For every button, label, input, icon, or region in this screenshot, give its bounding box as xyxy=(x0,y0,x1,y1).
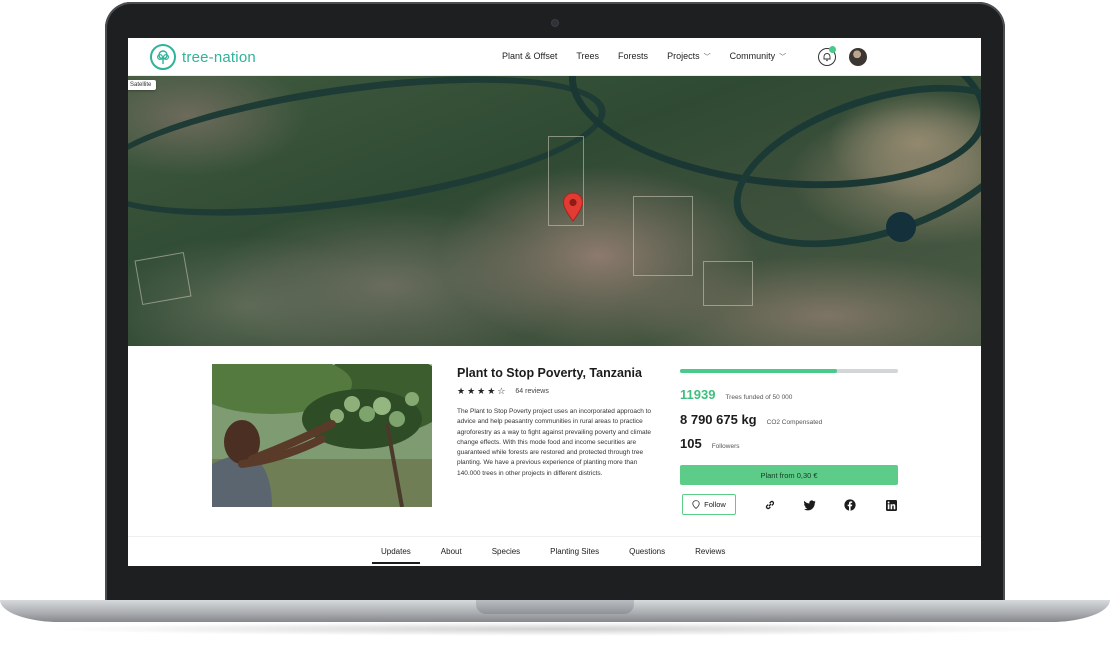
trees-progress-fill xyxy=(680,369,837,373)
trees-funded-stat: 11939 Trees funded of 50 000 xyxy=(680,387,792,402)
trees-funded-value: 11939 xyxy=(680,387,716,402)
nav-projects-label: Projects xyxy=(667,51,700,61)
screen: tree-nation Plant & Offset Trees Forests… xyxy=(128,38,981,566)
link-icon[interactable] xyxy=(764,499,776,511)
facebook-icon[interactable] xyxy=(844,499,856,511)
chevron-down-icon: ﹀ xyxy=(779,54,787,61)
logo-text: tree-nation xyxy=(182,48,256,66)
notification-badge xyxy=(829,46,836,53)
nav-community[interactable]: Community ﹀ xyxy=(730,51,787,62)
tab-reviews[interactable]: Reviews xyxy=(686,547,734,564)
followers-label: Followers xyxy=(711,443,740,450)
tab-planting-sites[interactable]: Planting Sites xyxy=(541,547,608,564)
co2-value: 8 790 675 kg xyxy=(680,412,757,427)
star-filled-icon: ★ xyxy=(467,386,476,396)
plant-button[interactable]: Plant from 0,30 € xyxy=(680,465,898,485)
followers-value: 105 xyxy=(680,436,702,451)
nav-links: Plant & Offset Trees Forests Projects ﹀ C… xyxy=(502,51,786,62)
star-filled-icon: ★ xyxy=(477,386,486,396)
tab-about[interactable]: About xyxy=(432,547,471,564)
location-pin-icon xyxy=(692,500,700,509)
logo[interactable]: tree-nation xyxy=(150,44,256,70)
star-empty-icon: ☆ xyxy=(497,386,506,396)
project-rating[interactable]: ★ ★ ★ ★ ☆ 64 reviews xyxy=(457,386,549,397)
avatar[interactable] xyxy=(849,48,867,66)
project-title: Plant to Stop Poverty, Tanzania xyxy=(457,366,642,380)
trees-progress-bar xyxy=(680,369,898,373)
map-pin-icon[interactable] xyxy=(562,192,584,222)
camera-icon xyxy=(552,20,558,26)
project-photo xyxy=(212,364,432,507)
linkedin-icon[interactable] xyxy=(885,499,897,511)
project-description: The Plant to Stop Poverty project uses a… xyxy=(457,408,652,477)
laptop-shadow xyxy=(40,622,1070,636)
reviews-count[interactable]: 64 reviews xyxy=(515,388,548,395)
chevron-down-icon: ﹀ xyxy=(703,54,711,61)
map-river xyxy=(128,76,614,242)
project-tabs: Updates About Species Planting Sites Que… xyxy=(372,547,746,564)
laptop-notch xyxy=(476,600,634,614)
project-tabs-bar: Updates About Species Planting Sites Que… xyxy=(128,536,981,566)
tab-updates[interactable]: Updates xyxy=(372,547,420,564)
satellite-map[interactable]: Satellite xyxy=(128,76,981,346)
navbar: tree-nation Plant & Offset Trees Forests… xyxy=(128,38,981,76)
co2-stat: 8 790 675 kg CO2 Compensated xyxy=(680,412,822,427)
follow-button-label: Follow xyxy=(704,500,726,509)
map-field xyxy=(703,261,753,306)
co2-label: CO2 Compensated xyxy=(766,419,823,426)
tab-species[interactable]: Species xyxy=(483,547,529,564)
nav-community-label: Community xyxy=(729,51,776,61)
nav-plant-offset[interactable]: Plant & Offset xyxy=(502,51,557,62)
followers-stat: 105 Followers xyxy=(680,436,740,451)
follow-button[interactable]: Follow xyxy=(682,494,736,515)
map-field xyxy=(633,196,693,276)
map-satellite-toggle[interactable]: Satellite xyxy=(128,80,157,90)
tree-logo-icon xyxy=(150,44,176,70)
map-lake xyxy=(886,212,916,242)
trees-funded-label: Trees funded of 50 000 xyxy=(725,394,793,401)
twitter-icon[interactable] xyxy=(804,499,816,511)
nav-forests[interactable]: Forests xyxy=(618,51,648,62)
nav-projects[interactable]: Projects ﹀ xyxy=(667,51,711,62)
tab-questions[interactable]: Questions xyxy=(620,547,674,564)
nav-trees[interactable]: Trees xyxy=(576,51,599,62)
star-filled-icon: ★ xyxy=(457,386,466,396)
map-field xyxy=(134,252,192,305)
star-filled-icon: ★ xyxy=(487,386,496,396)
